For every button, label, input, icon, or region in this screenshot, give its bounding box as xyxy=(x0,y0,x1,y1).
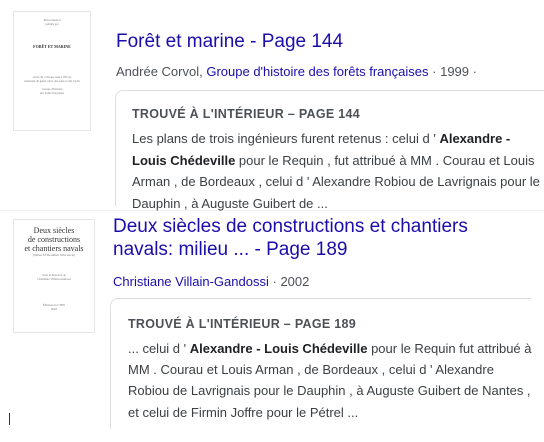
thumb-line: nationale du génie rural, des eaux et de… xyxy=(24,79,80,83)
thumb-title: et chantiers navals xyxy=(24,244,84,253)
snippet-card: TROUVÉ À L'INTÉRIEUR – PAGE 144 Les plan… xyxy=(115,90,544,211)
result-meta: Andrée Corvol, Groupe d'histoire des for… xyxy=(116,64,477,79)
separator: · xyxy=(432,64,437,79)
snippet-card: TROUVÉ À L'INTÉRIEUR – PAGE 189 ... celu… xyxy=(110,298,533,429)
thumb-title: Deux siècles xyxy=(33,226,75,235)
text-cursor xyxy=(9,413,10,425)
snippet-text: ... celui d ' Alexandre - Louis Chédevil… xyxy=(128,338,533,423)
thumb-line: 2002 xyxy=(51,307,57,311)
book-cover-thumbnail[interactable]: Deux siècles de constructions et chantie… xyxy=(14,220,94,332)
result-meta: Christiane Villain-Gandossi · 2002 xyxy=(113,274,309,289)
author-link[interactable]: Christiane Villain-Gandossi xyxy=(113,274,269,289)
book-cover-thumbnail[interactable]: Texte réunis et publiés par FORÊT ET MAR… xyxy=(14,12,90,130)
snippet-segment: Les plans de trois ingénieurs furent ret… xyxy=(132,131,440,146)
publisher-link[interactable]: Groupe d'histoire des forêts françaises xyxy=(206,64,428,79)
separator: · xyxy=(472,64,477,79)
year: 2002 xyxy=(280,274,310,289)
result-title-link[interactable]: Deux siècles de constructions et chantie… xyxy=(113,215,523,261)
snippet-text: Les plans de trois ingénieurs furent ret… xyxy=(132,128,544,214)
card-header: TROUVÉ À L'INTÉRIEUR – PAGE 144 xyxy=(132,107,361,121)
separator: · xyxy=(272,274,277,289)
thumb-title: de constructions xyxy=(27,235,81,244)
snippet-segment: ... celui d ' xyxy=(128,341,190,356)
card-header: TROUVÉ À L'INTÉRIEUR – PAGE 189 xyxy=(128,317,357,331)
result-title-link[interactable]: Forêt et marine - Page 144 xyxy=(116,31,343,53)
highlighted-term: Alexandre - Louis Chédeville xyxy=(189,341,368,356)
year: 1999 xyxy=(440,64,470,79)
thumb-line: des forêts françaises xyxy=(39,91,65,95)
author: Andrée Corvol xyxy=(116,64,200,79)
